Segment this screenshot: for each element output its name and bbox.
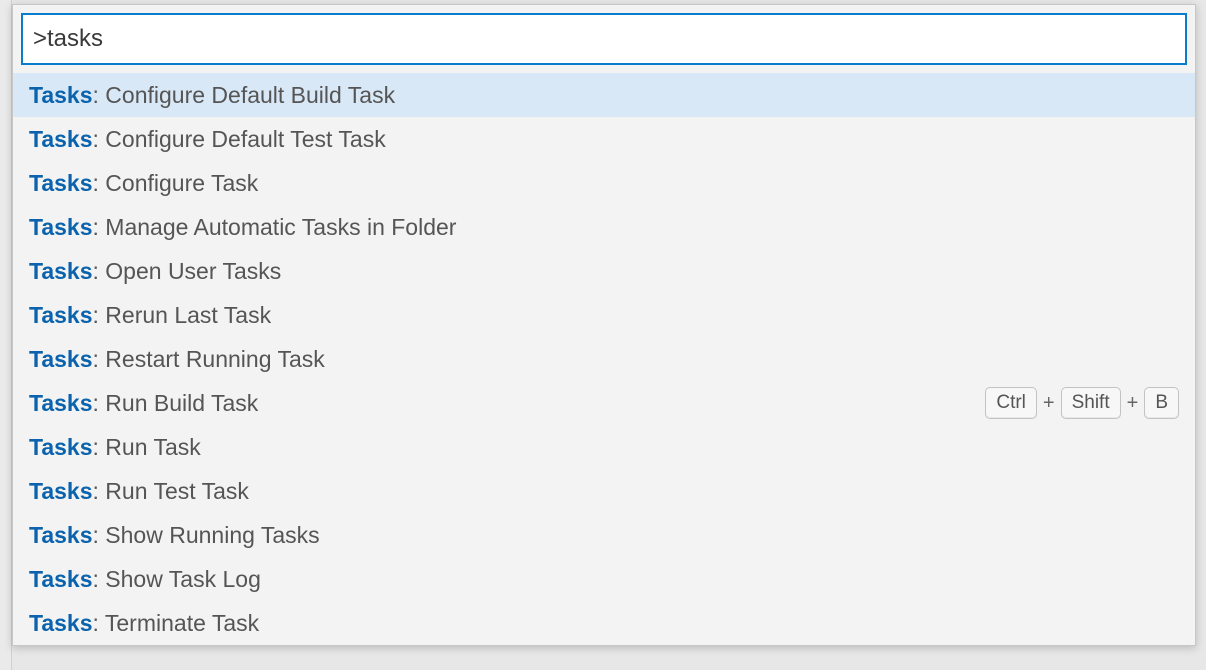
command-result-label: Tasks: Manage Automatic Tasks in Folder bbox=[29, 214, 456, 241]
command-result-name: Open User Tasks bbox=[105, 258, 281, 284]
command-result-category: Tasks bbox=[29, 522, 93, 548]
command-result-category: Tasks bbox=[29, 170, 93, 196]
editor-gutter-hint bbox=[0, 0, 12, 670]
command-result-name: Rerun Last Task bbox=[105, 302, 271, 328]
key-join: + bbox=[1043, 392, 1055, 415]
command-result-separator: : bbox=[93, 126, 106, 152]
command-result-category: Tasks bbox=[29, 566, 93, 592]
command-result-label: Tasks: Run Task bbox=[29, 434, 201, 461]
command-result-item[interactable]: Tasks: Run Test Task bbox=[13, 469, 1195, 513]
command-result-separator: : bbox=[93, 522, 106, 548]
command-result-name: Show Running Tasks bbox=[105, 522, 319, 548]
command-result-separator: : bbox=[93, 478, 106, 504]
command-result-item[interactable]: Tasks: Manage Automatic Tasks in Folder bbox=[13, 205, 1195, 249]
command-results-list: Tasks: Configure Default Build TaskTasks… bbox=[13, 73, 1195, 645]
command-result-name: Run Task bbox=[105, 434, 200, 460]
command-result-item[interactable]: Tasks: Run Build TaskCtrl+Shift+B bbox=[13, 381, 1195, 425]
command-result-separator: : bbox=[93, 390, 106, 416]
command-result-name: Configure Task bbox=[105, 170, 258, 196]
command-result-label: Tasks: Configure Task bbox=[29, 170, 258, 197]
command-result-separator: : bbox=[93, 170, 106, 196]
command-palette: Tasks: Configure Default Build TaskTasks… bbox=[12, 4, 1196, 646]
command-result-separator: : bbox=[93, 346, 106, 372]
command-result-label: Tasks: Configure Default Build Task bbox=[29, 82, 395, 109]
command-result-item[interactable]: Tasks: Configure Default Test Task bbox=[13, 117, 1195, 161]
command-result-name: Terminate Task bbox=[105, 610, 259, 636]
command-result-name: Show Task Log bbox=[105, 566, 261, 592]
keycap: Ctrl bbox=[985, 387, 1037, 419]
command-result-label: Tasks: Open User Tasks bbox=[29, 258, 281, 285]
command-result-category: Tasks bbox=[29, 302, 93, 328]
command-result-separator: : bbox=[93, 566, 106, 592]
command-result-separator: : bbox=[93, 434, 106, 460]
command-result-separator: : bbox=[93, 610, 105, 636]
keycap: B bbox=[1144, 387, 1179, 419]
key-join: + bbox=[1127, 392, 1139, 415]
command-result-item[interactable]: Tasks: Rerun Last Task bbox=[13, 293, 1195, 337]
command-result-category: Tasks bbox=[29, 434, 93, 460]
command-result-item[interactable]: Tasks: Show Task Log bbox=[13, 557, 1195, 601]
command-result-name: Configure Default Build Task bbox=[105, 82, 395, 108]
command-result-label: Tasks: Terminate Task bbox=[29, 610, 259, 637]
command-result-name: Run Test Task bbox=[105, 478, 249, 504]
command-result-category: Tasks bbox=[29, 610, 93, 636]
command-result-item[interactable]: Tasks: Restart Running Task bbox=[13, 337, 1195, 381]
command-result-item[interactable]: Tasks: Configure Task bbox=[13, 161, 1195, 205]
command-result-item[interactable]: Tasks: Terminate Task bbox=[13, 601, 1195, 645]
command-result-label: Tasks: Show Running Tasks bbox=[29, 522, 320, 549]
command-result-name: Restart Running Task bbox=[105, 346, 324, 372]
command-result-separator: : bbox=[93, 302, 106, 328]
command-result-category: Tasks bbox=[29, 126, 93, 152]
command-result-category: Tasks bbox=[29, 346, 93, 372]
command-input-wrap bbox=[13, 5, 1195, 73]
command-result-item[interactable]: Tasks: Show Running Tasks bbox=[13, 513, 1195, 557]
command-result-label: Tasks: Configure Default Test Task bbox=[29, 126, 386, 153]
command-result-label: Tasks: Rerun Last Task bbox=[29, 302, 271, 329]
command-input[interactable] bbox=[21, 13, 1187, 65]
command-result-separator: : bbox=[93, 82, 106, 108]
command-result-category: Tasks bbox=[29, 82, 93, 108]
command-result-separator: : bbox=[93, 214, 106, 240]
command-result-item[interactable]: Tasks: Open User Tasks bbox=[13, 249, 1195, 293]
command-result-item[interactable]: Tasks: Configure Default Build Task bbox=[13, 73, 1195, 117]
command-result-label: Tasks: Run Test Task bbox=[29, 478, 249, 505]
command-result-name: Manage Automatic Tasks in Folder bbox=[105, 214, 456, 240]
command-result-label: Tasks: Run Build Task bbox=[29, 390, 258, 417]
command-result-category: Tasks bbox=[29, 214, 93, 240]
command-result-keybinding: Ctrl+Shift+B bbox=[985, 387, 1179, 419]
command-result-category: Tasks bbox=[29, 390, 93, 416]
command-result-name: Run Build Task bbox=[105, 390, 258, 416]
command-result-category: Tasks bbox=[29, 258, 93, 284]
command-result-name: Configure Default Test Task bbox=[105, 126, 385, 152]
command-result-separator: : bbox=[93, 258, 106, 284]
command-result-category: Tasks bbox=[29, 478, 93, 504]
keycap: Shift bbox=[1061, 387, 1121, 419]
command-result-label: Tasks: Show Task Log bbox=[29, 566, 261, 593]
command-result-item[interactable]: Tasks: Run Task bbox=[13, 425, 1195, 469]
command-result-label: Tasks: Restart Running Task bbox=[29, 346, 325, 373]
